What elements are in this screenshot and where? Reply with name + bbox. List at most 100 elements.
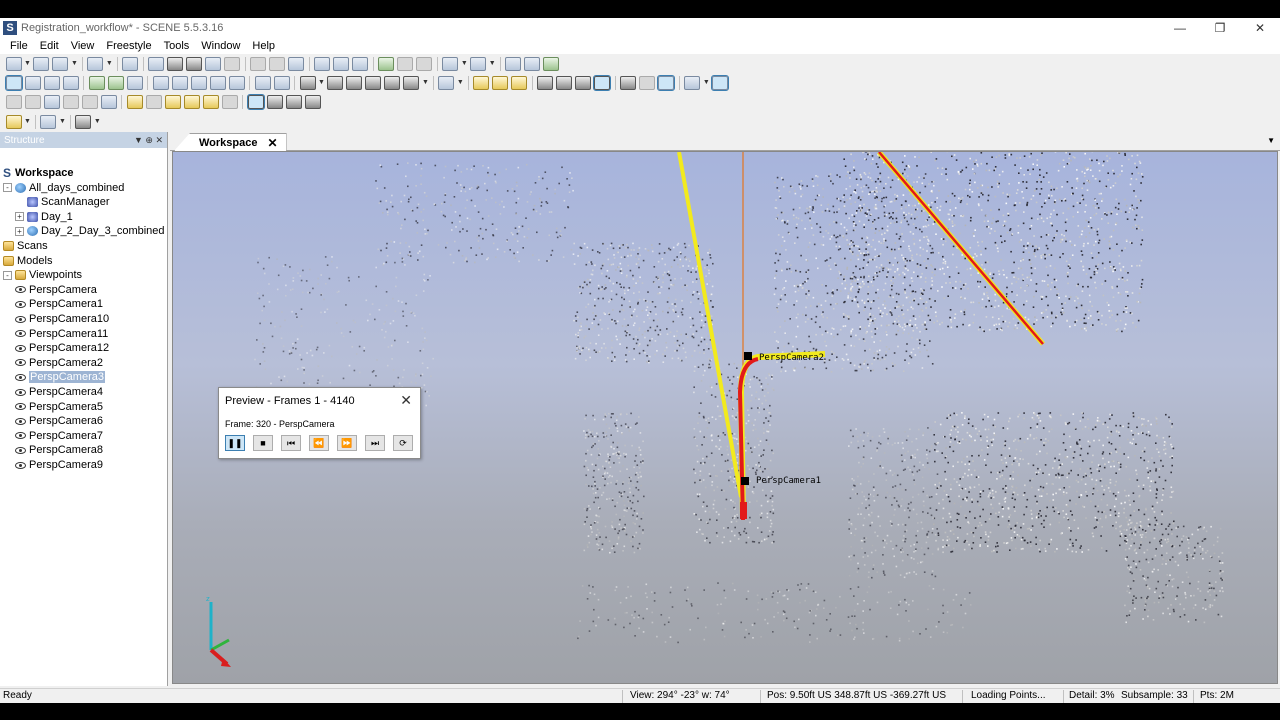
correspondence-icon[interactable] xyxy=(314,56,331,71)
undo-icon[interactable] xyxy=(378,56,395,71)
layers-icon[interactable] xyxy=(40,114,57,129)
tree-item[interactable]: PerspCamera5 xyxy=(15,400,103,414)
flag-link-icon[interactable] xyxy=(511,75,528,90)
quick-view-icon[interactable] xyxy=(148,56,165,71)
view-top-icon[interactable] xyxy=(228,75,245,90)
cursor-mode-icon[interactable] xyxy=(657,74,676,91)
tree-item[interactable]: PerspCamera1 xyxy=(15,297,103,311)
refresh-icon[interactable] xyxy=(416,56,433,71)
flag-add-icon[interactable] xyxy=(492,75,509,90)
selection-mode-3-icon[interactable] xyxy=(285,94,302,109)
cluster-icon[interactable] xyxy=(126,75,143,90)
view-back-icon[interactable] xyxy=(171,75,188,90)
color-mode-icon[interactable] xyxy=(470,56,487,71)
filter-icon[interactable] xyxy=(524,56,541,71)
zoom-extents-icon[interactable] xyxy=(273,75,290,90)
redo-icon[interactable] xyxy=(397,56,414,71)
point-density-2-icon[interactable] xyxy=(556,75,573,90)
collapse-icon[interactable]: - xyxy=(3,270,12,280)
fly-icon[interactable] xyxy=(327,75,344,90)
minimize-icon[interactable]: — xyxy=(1160,18,1200,38)
stop-button[interactable]: ■ xyxy=(253,435,273,451)
tree-item[interactable]: PerspCamera2 xyxy=(15,356,103,370)
menu-edit[interactable]: Edit xyxy=(34,40,65,52)
zoom-icon[interactable] xyxy=(254,75,271,90)
grid-icon[interactable] xyxy=(438,75,455,90)
eraser-icon[interactable] xyxy=(62,75,79,90)
display-mode-icon[interactable] xyxy=(442,56,459,71)
cone-icon[interactable] xyxy=(221,94,238,109)
view-front-icon[interactable] xyxy=(152,75,169,90)
point-density-3-icon[interactable] xyxy=(575,75,592,90)
close-icon[interactable]: ✕ xyxy=(1240,18,1280,38)
menu-freestyle[interactable]: Freestyle xyxy=(100,40,157,52)
point-density-1-icon[interactable] xyxy=(537,75,554,90)
rect-select-icon[interactable] xyxy=(126,94,143,109)
move-up-icon[interactable] xyxy=(88,75,105,90)
camera-icon[interactable] xyxy=(299,75,316,90)
record-icon[interactable] xyxy=(346,75,363,90)
restore-icon[interactable]: ❐ xyxy=(1200,18,1240,38)
pick-icon[interactable] xyxy=(43,94,60,109)
open-project-icon[interactable] xyxy=(33,56,50,71)
tree-item[interactable]: PerspCamera3 xyxy=(15,370,105,384)
tree-item[interactable]: + Day_1 xyxy=(15,210,73,224)
collapse-icon[interactable]: - xyxy=(3,183,12,193)
tree-item[interactable]: PerspCamera4 xyxy=(15,385,103,399)
move-forward-icon[interactable] xyxy=(107,75,124,90)
tree-item[interactable]: Models xyxy=(3,254,52,268)
view-left-icon[interactable] xyxy=(190,75,207,90)
animation-icon[interactable] xyxy=(384,75,401,90)
select-lasso-icon[interactable] xyxy=(81,94,98,109)
tab-list-icon[interactable]: ▼ xyxy=(1267,136,1275,145)
globe-icon[interactable] xyxy=(24,75,41,90)
navigate-icon[interactable] xyxy=(505,56,522,71)
menu-window[interactable]: Window xyxy=(195,40,246,52)
tree-item[interactable]: ScanManager xyxy=(27,195,110,209)
brush-icon[interactable] xyxy=(100,94,117,109)
clip-icon[interactable] xyxy=(543,56,560,71)
rewind-button[interactable]: ⏪ xyxy=(309,435,329,451)
loop-button[interactable]: ⟳ xyxy=(393,435,413,451)
select-points-icon[interactable] xyxy=(5,94,22,109)
menu-help[interactable]: Help xyxy=(246,40,281,52)
print-icon[interactable] xyxy=(87,56,104,71)
selection-mode-1-icon[interactable] xyxy=(246,93,265,110)
polygon-icon[interactable] xyxy=(164,94,181,109)
circle-icon[interactable] xyxy=(183,94,200,109)
tree-item[interactable]: - All_days_combined xyxy=(3,181,124,195)
save-icon[interactable] xyxy=(52,56,69,71)
point-density-6-icon[interactable] xyxy=(639,75,656,90)
tree-item[interactable]: PerspCamera6 xyxy=(15,414,103,428)
fast-forward-button[interactable]: ⏩ xyxy=(337,435,357,451)
tree-item[interactable]: - Viewpoints xyxy=(3,268,82,282)
select-mode-icon[interactable] xyxy=(4,74,23,91)
tree-item[interactable]: S Workspace xyxy=(3,166,74,180)
disabled-tool-icon[interactable] xyxy=(224,56,241,71)
select-rect-icon[interactable] xyxy=(24,94,41,109)
flag-icon[interactable] xyxy=(473,75,490,90)
tree-item[interactable]: PerspCamera8 xyxy=(15,443,103,457)
tree-item[interactable]: PerspCamera7 xyxy=(15,429,103,443)
box-icon[interactable] xyxy=(684,75,701,90)
tab-close-icon[interactable]: ✕ xyxy=(268,136,278,150)
pause-button[interactable]: ❚❚ xyxy=(225,435,245,451)
ellipse-icon[interactable] xyxy=(202,94,219,109)
skip-to-end-button[interactable]: ⏭ xyxy=(365,435,385,451)
skip-to-start-button[interactable]: ⏮ xyxy=(281,435,301,451)
expand-icon[interactable]: + xyxy=(15,212,24,222)
compare-icon[interactable] xyxy=(333,56,350,71)
panel-close-icon[interactable]: ✕ xyxy=(155,135,163,145)
line-icon[interactable] xyxy=(145,94,162,109)
screenshot-icon[interactable] xyxy=(365,75,382,90)
select-polygon-icon[interactable] xyxy=(62,94,79,109)
rotate-icon[interactable] xyxy=(269,56,286,71)
measure-icon[interactable] xyxy=(352,56,369,71)
filter-funnel-icon[interactable] xyxy=(75,114,92,129)
expand-icon[interactable]: + xyxy=(15,226,24,236)
tree-item[interactable]: PerspCamera12 xyxy=(15,341,109,355)
planar-view-icon[interactable] xyxy=(186,56,203,71)
selection-mode-2-icon[interactable] xyxy=(266,94,283,109)
home-view-icon[interactable] xyxy=(205,56,222,71)
help-icon[interactable] xyxy=(122,56,139,71)
